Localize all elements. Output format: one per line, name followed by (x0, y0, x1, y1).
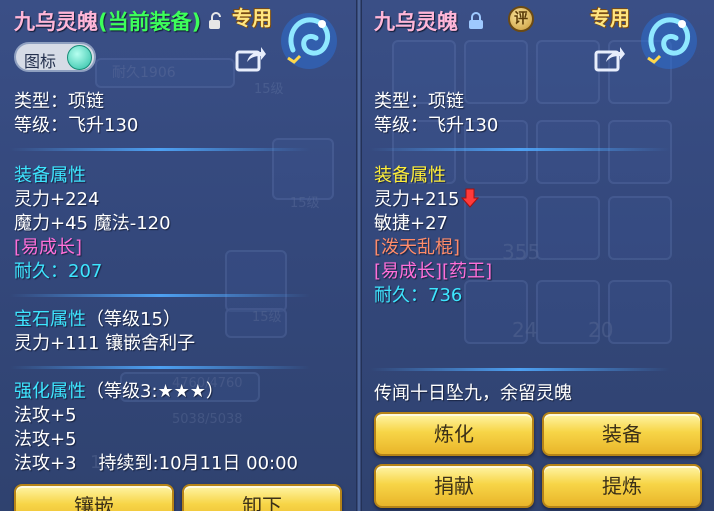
item-type: 类型：项链 (374, 91, 464, 112)
icon-toggle[interactable]: 图标 (14, 42, 96, 72)
refine-button[interactable]: 炼化 (374, 412, 534, 456)
bg-text: 15级 (290, 196, 320, 211)
down-arrow-icon (461, 188, 480, 208)
item-lore: 传闻十日坠九，余留灵魄 (374, 383, 572, 404)
bg-text: 15级 (252, 310, 282, 325)
enhance-line: 法攻+5 (14, 429, 77, 450)
item-level: 等级：飞升130 (374, 115, 499, 136)
bg-text: 20 (588, 318, 614, 342)
exclusive-label: 专用 (590, 6, 630, 30)
item-title: 九乌灵魄(当前装备) (14, 6, 201, 36)
attr-header: 装备属性 (374, 165, 446, 186)
special-attr: [泼天乱棍] (374, 237, 461, 258)
donate-button[interactable]: 捐献 (374, 464, 534, 508)
pendant-icon (641, 13, 697, 69)
icon-toggle-label: 图标 (24, 52, 57, 71)
lock-closed-icon[interactable] (468, 12, 484, 30)
bg-text: 24 (512, 318, 538, 342)
attr-line: 敏捷+27 (374, 213, 448, 234)
lock-open-icon (209, 12, 221, 29)
attr-line: 魔力+45 魔法-120 (14, 213, 171, 234)
rate-icon[interactable]: 评 (508, 6, 534, 32)
gem-header: 宝石属性（等级15） (14, 308, 181, 332)
compare-equipment-panel: 355 24 20 九乌灵魄 评 专用 类型：项链 等级：飞升130 装备属性 … (362, 0, 714, 511)
enhance-header-label: 强化属性 (14, 381, 86, 402)
item-name: 九乌灵魄 (374, 10, 458, 34)
enhance-duration: 持续到:10月11日 00:00 (98, 453, 299, 474)
share-icon[interactable] (235, 44, 267, 72)
enhance-line: 法攻+3 持续到:10月11日 00:00 (14, 452, 298, 476)
divider (10, 294, 310, 297)
attr-value: 灵力+215 (374, 189, 460, 210)
special-attr: [易成长] (14, 237, 83, 258)
gem-header-label: 宝石属性 (14, 309, 86, 330)
enhance-value: 法攻+3 (14, 453, 77, 474)
special-attr: [易成长][药王] (374, 261, 493, 282)
item-name: 九乌灵魄 (14, 10, 98, 34)
toggle-knob (67, 45, 92, 70)
equipped-status: (当前装备) (98, 10, 202, 34)
exclusive-label: 专用 (232, 6, 272, 30)
enhance-line: 法攻+5 (14, 405, 77, 426)
current-equipment-panel: 耐久1906 15级 15级 15级 4760/4760 5038/5038 1… (0, 0, 356, 511)
equip-button[interactable]: 装备 (542, 412, 702, 456)
pendant-icon (281, 13, 337, 69)
gem-line: 灵力+111 镶嵌舍利子 (14, 333, 196, 354)
gem-level: （等级15） (86, 309, 181, 330)
bg-text: 15级 (254, 82, 284, 97)
enhance-level: （等级3:★★★） (86, 381, 224, 402)
attr-line: 灵力+224 (14, 189, 100, 210)
bg-text: 355 (502, 240, 541, 264)
divider (10, 148, 310, 151)
bg-text: 5038/5038 (172, 412, 243, 427)
item-type: 类型：项链 (14, 91, 104, 112)
attr-line: 灵力+215 (374, 188, 480, 212)
durability: 耐久：207 (14, 261, 103, 282)
enhance-header: 强化属性（等级3:★★★） (14, 380, 224, 404)
bg-text: 耐久1906 (112, 65, 176, 81)
unequip-button[interactable]: 卸下 (182, 484, 342, 511)
durability: 耐久：736 (374, 285, 463, 306)
share-icon[interactable] (594, 44, 626, 72)
item-level: 等级：飞升130 (14, 115, 139, 136)
inlay-button[interactable]: 镶嵌 (14, 484, 174, 511)
extract-button[interactable]: 提炼 (542, 464, 702, 508)
attr-header: 装备属性 (14, 165, 86, 186)
divider (10, 366, 310, 369)
divider (370, 148, 670, 151)
divider (370, 368, 670, 371)
